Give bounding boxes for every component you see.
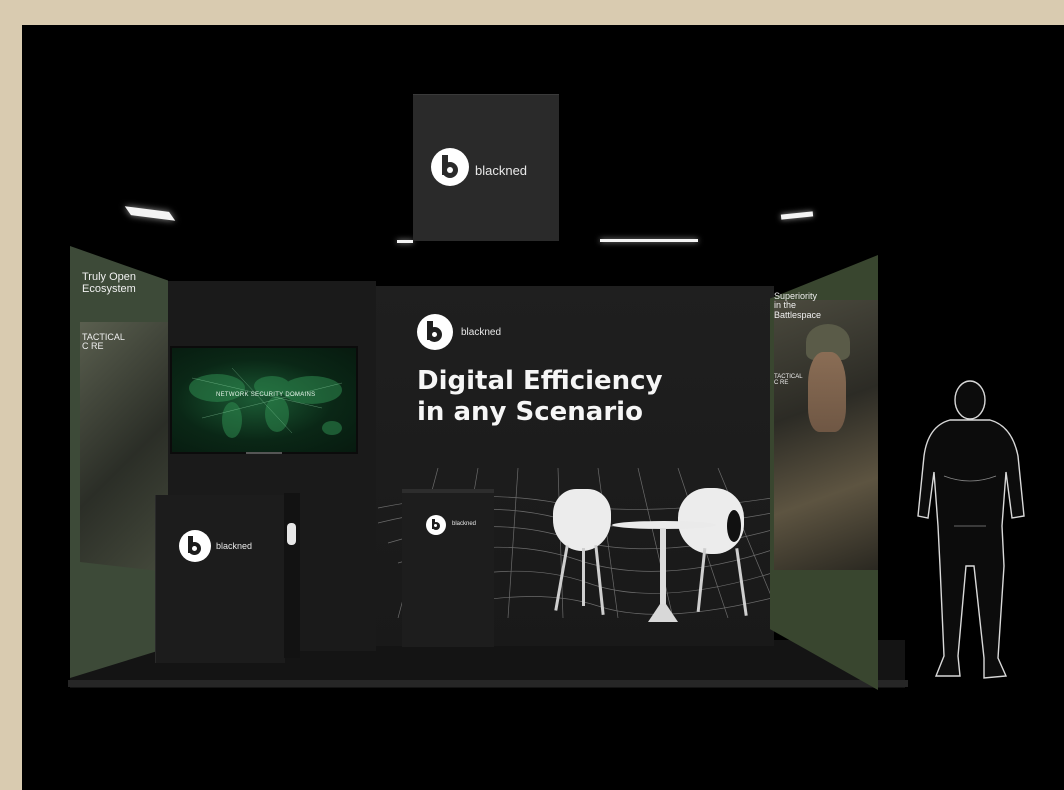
tv-screen: NETWORK SECURITY DOMAINS <box>170 346 358 454</box>
world-map-graphic <box>189 367 343 438</box>
logo-partial-icon <box>287 523 296 545</box>
right-panel-product: TACTICAL C RE <box>774 374 803 387</box>
ceiling-light <box>124 206 176 221</box>
counter-center-brand: blackned <box>452 521 477 527</box>
hanging-sign: blackned <box>413 94 559 241</box>
left-panel-line-2: Ecosystem <box>82 282 136 295</box>
blackned-logo-icon <box>426 515 446 535</box>
headline-line-1: Digital Efficiency <box>417 366 663 396</box>
left-panel-product: TACTICAL C RE <box>82 332 125 352</box>
blackned-logo-icon <box>179 530 211 562</box>
right-panel-line-3: Battlespace <box>774 309 822 320</box>
table-stem <box>660 528 666 608</box>
soldier-image <box>808 352 846 432</box>
left-product-line-2: C RE <box>82 341 104 352</box>
chair-leg <box>582 548 585 606</box>
left-panel-title: Truly Open Ecosystem <box>82 271 137 295</box>
ceiling-light <box>600 239 698 242</box>
blackned-logo-icon <box>417 314 453 350</box>
chair-opening <box>727 510 741 542</box>
right-product-line-2: C RE <box>774 380 789 387</box>
backdrop-brand: blackned <box>461 327 502 338</box>
tv-stand <box>246 452 282 454</box>
ceiling-light <box>397 240 413 243</box>
floor-edge <box>68 680 908 687</box>
counter-left-side <box>284 493 300 658</box>
tv-caption: NETWORK SECURITY DOMAINS <box>216 392 316 398</box>
person-silhouette <box>917 380 1025 679</box>
booth-scene: blackned blackned Digital Efficiency in … <box>22 25 1064 790</box>
headline-line-2: in any Scenario <box>417 397 643 427</box>
counter-left-brand: blackned <box>216 541 253 551</box>
blackned-logo-icon <box>431 148 469 186</box>
info-counter-center: blackned <box>402 493 494 647</box>
hanging-sign-brand: blackned <box>475 163 528 178</box>
left-chair <box>553 489 611 551</box>
backdrop-headline: Digital Efficiency in any Scenario <box>417 366 663 428</box>
render-frame: blackned blackned Digital Efficiency in … <box>22 25 1064 790</box>
ceiling-light <box>780 211 814 220</box>
right-panel-title: Superiority in the Battlespace <box>774 291 822 320</box>
left-panel-line-1: Truly Open <box>82 271 137 283</box>
info-counter-left: blackned <box>155 495 285 663</box>
